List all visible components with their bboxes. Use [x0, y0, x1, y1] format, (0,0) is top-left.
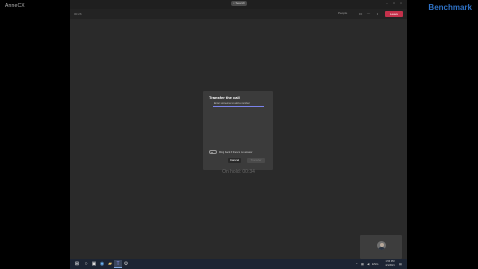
ring-back-toggle[interactable] — [209, 150, 217, 154]
file-explorer-icon[interactable]: ▰ — [106, 260, 114, 268]
more-options-icon[interactable]: ⋯ — [366, 11, 371, 16]
notifications-icon[interactable]: ▤ — [399, 261, 402, 267]
ring-back-label: Ring back if there's no answer — [219, 150, 253, 154]
windows-taskbar: ⊞ ○ ▣ ◉ ▰ T ⚙ ^ ▦ ◀ ENG 1:53 PM 4/1/2021… — [70, 259, 407, 269]
minimize-icon[interactable]: – — [385, 2, 389, 5]
search-icon: ⌕ — [232, 1, 235, 5]
network-icon[interactable]: ▦ — [361, 261, 364, 267]
call-controls-bar: 00:26 People ▭ ⋯ • Leave — [70, 9, 407, 19]
volume-icon[interactable]: ◀ — [367, 261, 369, 267]
dialog-title: Transfer the call — [209, 95, 240, 100]
avatar-head — [379, 242, 384, 247]
avatar — [377, 241, 386, 250]
call-timer: 00:26 — [74, 12, 82, 16]
self-video-tile — [360, 235, 402, 259]
tray-language[interactable]: ENG — [372, 261, 379, 267]
mic-icon[interactable]: • — [375, 11, 380, 16]
on-hold-status: On hold: 00:34 — [222, 169, 255, 175]
clock-date: 4/1/2021 — [385, 264, 395, 267]
search-label: Search — [235, 1, 246, 5]
settings-icon[interactable]: ⚙ — [122, 260, 130, 268]
teams-icon[interactable]: T — [114, 260, 122, 268]
people-button[interactable]: People — [338, 11, 347, 15]
teams-call-window: ⌕ Search – □ × 00:26 People ▭ ⋯ • Leave … — [70, 0, 407, 269]
title-bar: ⌕ Search – □ × — [70, 0, 407, 9]
taskbar-clock[interactable]: 1:53 PM 4/1/2021 — [383, 260, 397, 268]
toggle-knob — [211, 151, 213, 154]
benchmark-watermark: Benchmark — [428, 3, 472, 12]
transfer-call-dialog: Transfer the call Enter someone to add a… — [203, 91, 273, 170]
edge-icon[interactable]: ◉ — [98, 260, 106, 268]
avatar-body — [378, 247, 385, 250]
leave-button[interactable]: Leave — [385, 11, 403, 17]
search-taskbar-icon[interactable]: ○ — [82, 260, 90, 268]
task-view-icon[interactable]: ▣ — [90, 260, 98, 268]
search-box[interactable]: ⌕ Search — [231, 1, 247, 6]
transfer-target-input[interactable]: Enter someone to add a number — [213, 102, 264, 107]
windows-start-icon[interactable]: ⊞ — [73, 260, 81, 268]
tray-chevron-icon[interactable]: ^ — [356, 261, 357, 267]
recording-label: AnneCX — [5, 3, 25, 9]
transfer-button[interactable]: Transfer — [247, 158, 265, 163]
cancel-button[interactable]: Cancel — [228, 158, 241, 163]
close-icon[interactable]: × — [399, 2, 403, 5]
chat-icon[interactable]: ▭ — [358, 11, 363, 16]
maximize-icon[interactable]: □ — [392, 2, 396, 5]
